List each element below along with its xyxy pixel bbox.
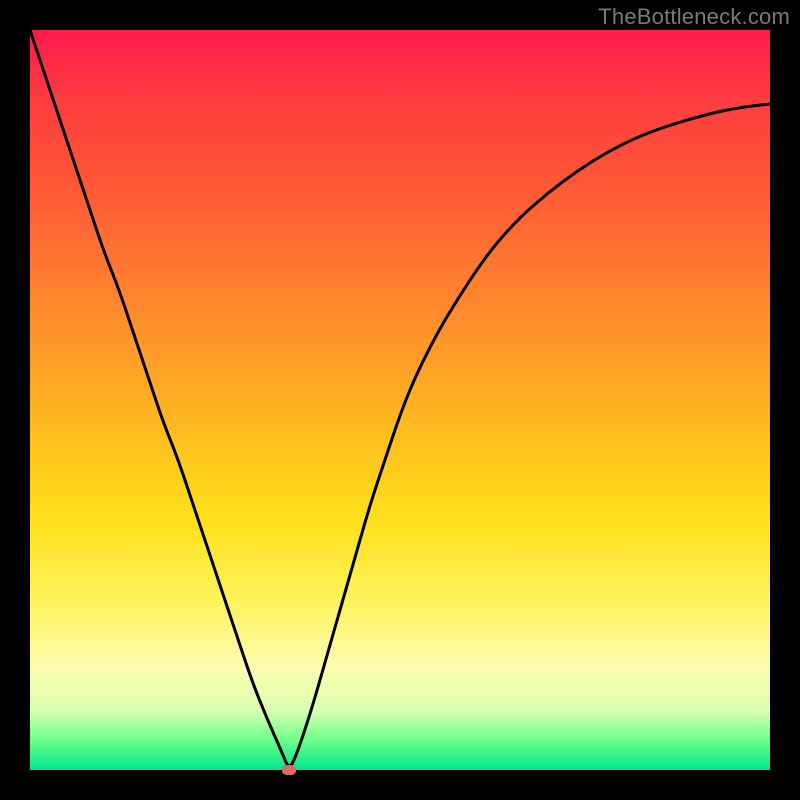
plot-area — [30, 30, 770, 770]
curve-path — [30, 30, 770, 766]
watermark-text: TheBottleneck.com — [598, 4, 790, 30]
curve-svg — [30, 30, 770, 770]
chart-frame: TheBottleneck.com — [0, 0, 800, 800]
minimum-marker — [282, 765, 296, 775]
